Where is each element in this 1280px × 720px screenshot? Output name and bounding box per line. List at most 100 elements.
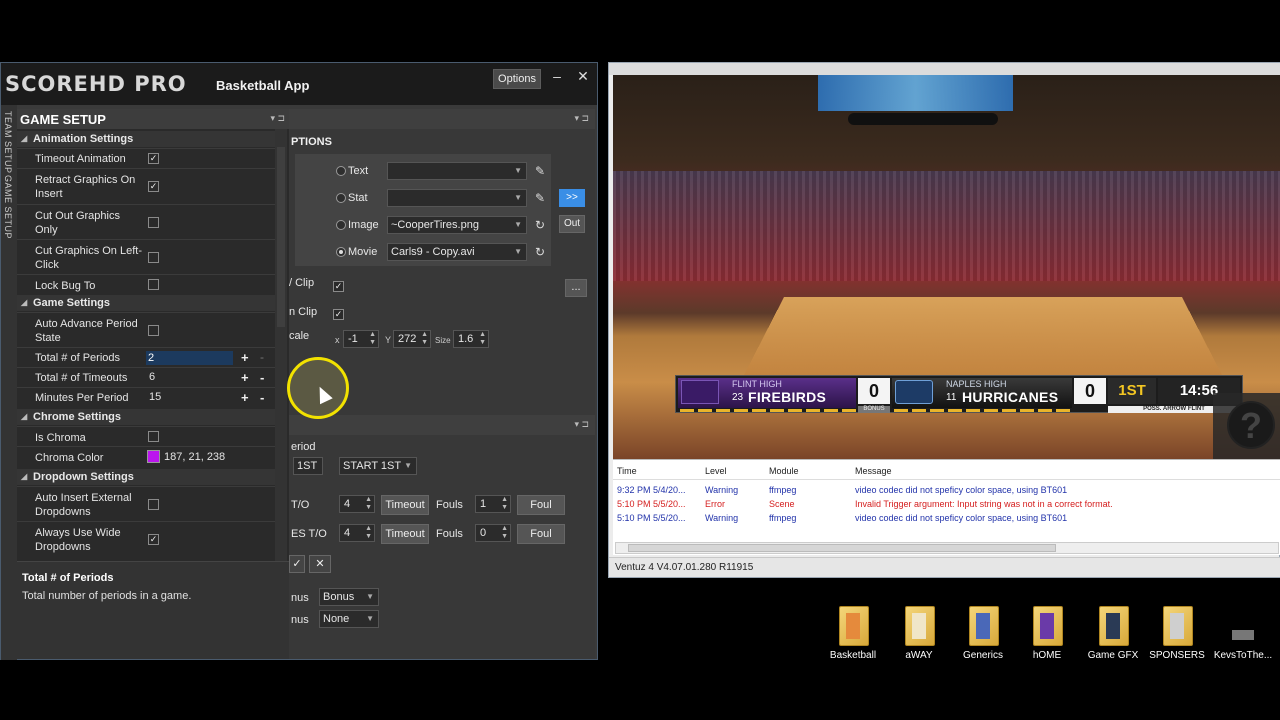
property-scrollbar[interactable] [275,129,287,561]
away-timeout-button[interactable]: Timeout [381,524,429,544]
stat-combo[interactable]: ▼ [387,189,527,207]
minimize-icon[interactable]: – [550,69,564,85]
take-out-button[interactable]: Out [559,215,585,233]
spinner-arrows-icon[interactable]: ▲ ▼ [479,331,486,347]
desktop-folder-game-gfx[interactable]: Game GFX [1078,606,1148,666]
column-message[interactable]: Message [855,466,892,476]
total-periods-input[interactable]: 2 [146,351,233,365]
cut-graphics-left-checkbox[interactable] [148,252,159,263]
decrement-button[interactable]: - [260,370,264,385]
prop-label: Always Use Wide Dropdowns [35,526,143,554]
always-wide-checkbox[interactable]: ✓ [148,534,159,545]
total-timeouts-value: 6 + - [146,370,275,386]
desktop-folder-generics[interactable]: Generics [948,606,1018,666]
bonus-combo-1[interactable]: Bonus ▼ [319,588,379,606]
minutes-per-period-input[interactable]: 15 [149,391,161,403]
pin-icon[interactable]: ▾ ⊐ [574,113,589,124]
increment-button[interactable]: + [241,390,249,405]
desktop-folder-sponsers[interactable]: SPONSERS [1142,606,1212,666]
pin-icon[interactable]: ▾ ⊐ [270,113,285,124]
desktop-folder-home[interactable]: hOME [1012,606,1082,666]
category-dropdown-settings[interactable]: ◢ Dropdown Settings [17,469,275,485]
desktop-folder-away[interactable]: aWAY [884,606,954,666]
home-foul-button[interactable]: Foul [517,495,565,515]
column-module[interactable]: Module [769,466,799,476]
retract-graphics-checkbox[interactable]: ✓ [148,181,159,192]
options-button[interactable]: Options [493,69,541,89]
refresh-icon[interactable]: ↻ [533,218,547,232]
timeout-animation-checkbox[interactable]: ✓ [148,153,159,164]
spinner-arrows-icon[interactable]: ▲ ▼ [369,331,376,347]
log-row[interactable]: 9:32 PM 5/4/20... Warning ffmpeg video c… [613,485,1280,499]
chroma-color-value[interactable]: 187, 21, 238 [164,451,225,463]
collapse-triangle-icon[interactable]: ◢ [21,131,27,147]
collapse-triangle-icon[interactable]: ◢ [21,295,27,311]
home-timeout-button[interactable]: Timeout [381,495,429,515]
spinner-arrows-icon[interactable]: ▲ ▼ [501,525,508,541]
scrollbar-thumb[interactable] [277,147,285,327]
scrollbar-thumb[interactable] [628,544,1056,552]
spinner-value: -1 [348,333,358,345]
radio-stat[interactable] [336,193,346,203]
spinner-arrows-icon[interactable]: ▲ ▼ [501,496,508,512]
decrement-button[interactable]: - [260,350,264,364]
pencil-icon[interactable]: ✎ [533,191,547,205]
away-fouls-spinner[interactable]: 0 ▲ ▼ [475,524,511,542]
period-start-combo[interactable]: START 1ST ▼ [339,457,417,475]
x-spinner[interactable]: -1 ▲ ▼ [343,330,379,348]
hurricanes-logo-icon [895,380,933,404]
log-row[interactable]: 5:10 PM 5/5/20... Error Scene Invalid Tr… [613,499,1280,513]
y-spinner[interactable]: 272 ▲ ▼ [393,330,431,348]
away-foul-button[interactable]: Foul [517,524,565,544]
log-horizontal-scrollbar[interactable] [615,542,1279,554]
is-chroma-checkbox[interactable] [148,431,159,442]
radio-movie[interactable] [336,247,346,257]
pin-icon[interactable]: ▾ ⊐ [574,419,589,430]
clip-checkbox-1[interactable]: ✓ [333,281,344,292]
column-level[interactable]: Level [705,466,727,476]
increment-button[interactable]: + [241,350,249,365]
prop-minutes-per-period: Minutes Per Period 15 + - [17,387,275,407]
close-icon[interactable]: ✕ [576,69,590,85]
column-time[interactable]: Time [617,466,637,476]
size-spinner[interactable]: 1.6 ▲ ▼ [453,330,489,348]
tab-game-setup[interactable]: GAME SETUP [3,175,13,239]
take-in-button[interactable]: >> [559,189,585,207]
confirm-icon[interactable]: ✓ [289,555,305,573]
cut-out-graphics-checkbox[interactable] [148,217,159,228]
tab-team-setup[interactable]: TEAM SETUP [3,111,13,174]
decrement-button[interactable]: - [260,390,264,405]
bonus-combo-2[interactable]: None ▼ [319,610,379,628]
collapse-triangle-icon[interactable]: ◢ [21,409,27,425]
lock-bug-checkbox[interactable] [148,279,159,290]
spinner-arrows-icon[interactable]: ▲ ▼ [365,496,372,512]
image-combo[interactable]: ~CooperTires.png ▼ [387,216,527,234]
desktop-folder-basketball[interactable]: Basketball [818,606,888,666]
movie-combo[interactable]: Carls9 - Copy.avi ▼ [387,243,527,261]
increment-button[interactable]: + [241,370,249,385]
desktop-item-kevstothe[interactable]: KevsToThe... [1208,606,1278,666]
radio-text[interactable] [336,166,346,176]
clip-checkbox-2[interactable]: ✓ [333,309,344,320]
cancel-icon[interactable]: ✕ [309,555,331,573]
log-row[interactable]: 5:10 PM 5/5/20... Warning ffmpeg video c… [613,513,1280,527]
auto-insert-external-checkbox[interactable] [148,499,159,510]
refresh-icon[interactable]: ↻ [533,245,547,259]
period-combo[interactable]: 1ST [293,457,323,475]
chroma-color-swatch[interactable] [147,450,160,463]
spinner-arrows-icon[interactable]: ▲ ▼ [421,331,428,347]
spinner-arrows-icon[interactable]: ▲ ▼ [365,525,372,541]
text-combo[interactable]: ▼ [387,162,527,180]
auto-advance-checkbox[interactable] [148,325,159,336]
home-fouls-spinner[interactable]: 1 ▲ ▼ [475,495,511,513]
category-game-settings[interactable]: ◢ Game Settings [17,295,275,311]
pencil-icon[interactable]: ✎ [533,164,547,178]
radio-image[interactable] [336,220,346,230]
away-timeouts-spinner[interactable]: 4 ▲ ▼ [339,524,375,542]
browse-button[interactable]: ... [565,279,587,297]
collapse-triangle-icon[interactable]: ◢ [21,469,27,485]
total-timeouts-input[interactable]: 6 [149,371,155,383]
home-timeouts-spinner[interactable]: 4 ▲ ▼ [339,495,375,513]
category-chrome-settings[interactable]: ◢ Chrome Settings [17,409,275,425]
category-animation-settings[interactable]: ◢ Animation Settings [17,131,275,147]
